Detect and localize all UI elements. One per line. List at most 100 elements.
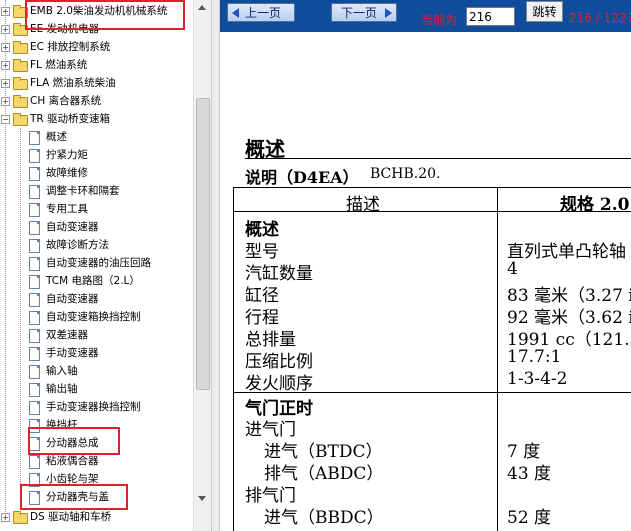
- prev-page-button[interactable]: 上一页: [227, 3, 295, 22]
- document-icon: [29, 221, 40, 235]
- tree-scrollbar[interactable]: [193, 0, 211, 531]
- collapse-icon[interactable]: −: [1, 115, 10, 124]
- folder-icon: [13, 95, 28, 108]
- table-column-divider: [497, 187, 498, 531]
- tree-item-label: DS 驱动轴和车桥: [30, 511, 112, 523]
- tree-child-item[interactable]: 自动变速器的油压回路: [0, 254, 190, 272]
- document-icon: [29, 275, 40, 289]
- tree-item-fla[interactable]: + FLA 燃油系统柴油: [0, 74, 190, 92]
- document-icon: [29, 131, 40, 145]
- tree-child-label: 自动变速箱换挡控制: [46, 311, 141, 323]
- document-icon: [29, 329, 40, 343]
- document-page: 概述 说明（D4EA） BCHB.20. 描述 规格 2.0 概述 型号 直列式…: [220, 32, 631, 531]
- tree-child-item[interactable]: 自动变速器: [0, 290, 190, 308]
- tree-child-item[interactable]: 手动变速器: [0, 344, 190, 362]
- tree-child-label: TCM 电路图（2.L）: [46, 275, 140, 287]
- tree-item-tr[interactable]: − TR 驱动桥变速箱: [0, 110, 190, 128]
- current-page-label: 当前为: [421, 13, 458, 27]
- spec-code: BCHB.20.: [370, 166, 441, 182]
- folder-icon: [13, 77, 28, 90]
- tree-child-item[interactable]: 输入轴: [0, 362, 190, 380]
- expand-icon[interactable]: +: [1, 25, 10, 34]
- expand-icon[interactable]: +: [1, 79, 10, 88]
- expand-icon[interactable]: +: [1, 513, 10, 522]
- tree-child-item[interactable]: 故障维修: [0, 164, 190, 182]
- tree-item-ds[interactable]: + DS 驱动轴和车桥: [0, 508, 190, 526]
- folder-icon: [13, 41, 28, 54]
- prev-page-label: 上一页: [245, 6, 282, 20]
- next-page-label: 下一页: [341, 6, 378, 20]
- document-icon: [29, 455, 40, 469]
- expand-icon[interactable]: +: [1, 61, 10, 70]
- scroll-down-icon[interactable]: [198, 496, 206, 501]
- expand-icon[interactable]: +: [1, 97, 10, 106]
- tree-item-label: FLA 燃油系统柴油: [30, 77, 116, 89]
- tree-child-label: 故障维修: [46, 167, 88, 179]
- jump-button[interactable]: 跳转: [526, 1, 563, 22]
- folder-icon: [13, 59, 28, 72]
- tree-child-label: 故障诊断方法: [46, 239, 109, 251]
- tree-item-ch[interactable]: + CH 离合器系统: [0, 92, 190, 110]
- right-arrow-icon: [385, 8, 392, 18]
- expand-icon[interactable]: +: [1, 43, 10, 52]
- tree-item-label: EC 排放控制系统: [30, 41, 111, 53]
- tree-child-item[interactable]: 概述: [0, 128, 190, 146]
- tree-child-label: 输入轴: [46, 365, 78, 377]
- tree-item-ec[interactable]: + EC 排放控制系统: [0, 38, 190, 56]
- highlight-box: [28, 427, 120, 455]
- tree-child-item[interactable]: 专用工具: [0, 200, 190, 218]
- navigation-tree: + EMB 2.0柴油发动机机械系统 + EE 发动机电器 + EC 排放控制系…: [0, 0, 211, 531]
- tree-child-label: 手动变速器换挡控制: [46, 401, 141, 413]
- spec-value: 1-3-4-2: [507, 369, 568, 389]
- spec-value: 43 度: [507, 464, 552, 484]
- heading-rule: [245, 158, 631, 159]
- document-icon: [29, 293, 40, 307]
- pane-splitter[interactable]: [211, 0, 220, 531]
- document-icon: [29, 239, 40, 253]
- spec-value: 直列式单凸轮轴: [507, 242, 626, 262]
- document-icon: [29, 365, 40, 379]
- spec-value: 4: [507, 259, 518, 279]
- scrollbar-thumb[interactable]: [196, 98, 210, 390]
- spec-value: 17.7:1: [507, 347, 562, 367]
- tree-child-label: 专用工具: [46, 203, 88, 215]
- tree-child-item[interactable]: 拧紧力矩: [0, 146, 190, 164]
- tree-child-item[interactable]: 故障诊断方法: [0, 236, 190, 254]
- document-icon: [29, 311, 40, 325]
- highlight-box: [20, 484, 128, 510]
- document-icon: [29, 401, 40, 415]
- highlight-box: [25, 0, 185, 30]
- left-arrow-icon: [232, 8, 239, 18]
- tree-child-label: 自动变速器: [46, 221, 99, 233]
- page-count: 216 / 1227: [569, 11, 631, 25]
- tree-child-item[interactable]: 自动变速器: [0, 218, 190, 236]
- spec-value: 52 度: [507, 508, 552, 528]
- tree-item-fl[interactable]: + FL 燃油系统: [0, 56, 190, 74]
- tree-child-label: 概述: [46, 131, 67, 143]
- tree-item-label: FL 燃油系统: [30, 59, 88, 71]
- tree-child-label: 自动变速器: [46, 293, 99, 305]
- tree-child-item[interactable]: 手动变速器换挡控制: [0, 398, 190, 416]
- open-folder-icon: [13, 113, 28, 126]
- tree-child-label: 手动变速器: [46, 347, 99, 359]
- next-page-button[interactable]: 下一页: [331, 3, 397, 22]
- tree-child-label: 调整卡环和隔套: [46, 185, 120, 197]
- tree-child-label: 输出轴: [46, 383, 78, 395]
- document-icon: [29, 257, 40, 271]
- tree-item-label: CH 离合器系统: [30, 95, 102, 107]
- tree-child-item[interactable]: 自动变速箱换挡控制: [0, 308, 190, 326]
- tree-child-item[interactable]: TCM 电路图（2.L）: [0, 272, 190, 290]
- tree-child-item[interactable]: 双差速器: [0, 326, 190, 344]
- document-icon: [29, 185, 40, 199]
- tree-item-label: TR 驱动桥变速箱: [30, 113, 111, 125]
- spec-label: 发火顺序: [245, 374, 313, 394]
- page-number-input[interactable]: [466, 7, 515, 26]
- tree-child-item[interactable]: 输出轴: [0, 380, 190, 398]
- spec-title: 说明（D4EA）: [245, 168, 359, 187]
- spec-label: 进气（BBDC）: [264, 508, 384, 528]
- folder-icon: [13, 511, 28, 524]
- tree-child-item[interactable]: 调整卡环和隔套: [0, 182, 190, 200]
- expand-icon[interactable]: +: [1, 7, 10, 16]
- scroll-up-icon[interactable]: [198, 5, 206, 10]
- document-icon: [29, 167, 40, 181]
